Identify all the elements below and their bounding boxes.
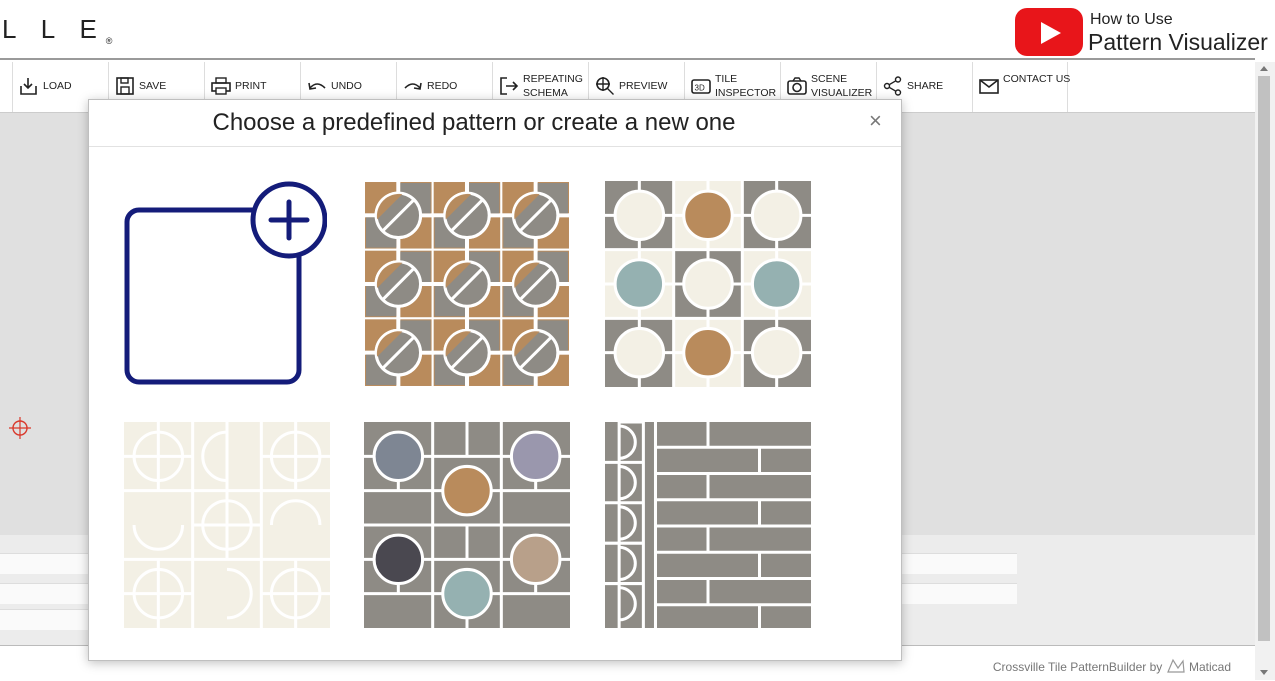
save-icon: [116, 77, 134, 95]
video-link-line2[interactable]: Pattern Visualizer: [1088, 29, 1268, 56]
preview-icon: [596, 77, 614, 95]
save-label: SAVE: [139, 80, 167, 92]
load-icon: [20, 78, 37, 95]
predefined-pattern-1[interactable]: [364, 181, 570, 387]
contact-us-label: CONTACT US: [1003, 73, 1071, 85]
header-divider: [0, 58, 1255, 60]
print-label: PRINT: [235, 80, 267, 92]
scene-visualizer-label: SCENE VISUALIZER: [811, 73, 873, 99]
vertical-scrollbar[interactable]: [1255, 62, 1275, 680]
scroll-thumb[interactable]: [1258, 76, 1270, 641]
undo-label: UNDO: [331, 80, 362, 92]
video-link-line1[interactable]: How to Use: [1090, 11, 1173, 29]
brand-text: Maticad: [1188, 660, 1231, 674]
dialog-divider: [89, 146, 901, 147]
redo-label: REDO: [427, 80, 458, 92]
footer-credit: Crossville Tile PatternBuilder by Matica…: [993, 658, 1231, 674]
repeating-schema-icon: [500, 77, 519, 95]
predefined-pattern-5[interactable]: [605, 422, 811, 628]
undo-icon: [308, 82, 326, 90]
camera-icon: [787, 77, 807, 95]
predefined-pattern-4[interactable]: [364, 422, 570, 628]
crosshair-icon[interactable]: [8, 416, 32, 440]
tile-inspector-label: TILE INSPECTOR: [715, 73, 777, 99]
redo-icon: [404, 82, 422, 90]
predefined-pattern-2[interactable]: [605, 181, 811, 387]
mail-icon: [979, 79, 999, 94]
new-pattern-option[interactable]: [121, 180, 327, 386]
predefined-pattern-3[interactable]: [124, 422, 330, 628]
pattern-chooser-dialog: Choose a predefined pattern or create a …: [88, 99, 902, 661]
share-icon: [883, 76, 902, 96]
add-new-icon: [124, 181, 327, 385]
scroll-down-icon[interactable]: [1260, 670, 1268, 675]
close-icon[interactable]: ×: [869, 108, 882, 134]
load-label: LOAD: [43, 80, 72, 92]
print-icon: [211, 77, 231, 95]
credit-text: Crossville Tile PatternBuilder by: [992, 660, 1163, 674]
maticad-logo-icon: [1166, 658, 1185, 673]
panel-row: [0, 609, 90, 630]
svg-text:3D: 3D: [695, 84, 705, 93]
header: L L E® How to Use Pattern Visualizer: [0, 0, 1275, 58]
contact-us-button[interactable]: CONTACT US: [972, 62, 1070, 112]
preview-label: PREVIEW: [619, 80, 668, 92]
dialog-title: Choose a predefined pattern or create a …: [212, 109, 736, 136]
brand-logo[interactable]: L L E®: [2, 14, 112, 46]
youtube-icon[interactable]: [1015, 8, 1083, 56]
repeating-schema-label: REPEATING SCHEMA: [523, 73, 583, 99]
scroll-up-icon[interactable]: [1260, 66, 1268, 71]
tile-inspector-icon: 3D: [691, 79, 711, 94]
share-label: SHARE: [907, 80, 944, 92]
